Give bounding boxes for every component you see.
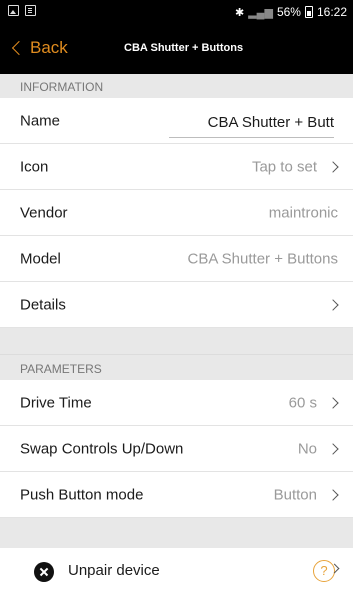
vendor-row: Vendor maintronic — [0, 190, 353, 236]
wifi-signal-icon: ▂▄▆ — [248, 6, 273, 19]
drive-time-value: 60 s — [288, 394, 317, 411]
name-row: Name — [0, 98, 353, 144]
swap-controls-label: Swap Controls Up/Down — [20, 440, 184, 457]
drive-time-row[interactable]: Drive Time 60 s — [0, 380, 353, 426]
navigation-bar: Back CBA Shutter + Buttons — [0, 24, 353, 74]
details-row[interactable]: Details — [0, 282, 353, 328]
close-circle-icon — [34, 562, 54, 582]
drive-time-label: Drive Time — [20, 394, 92, 411]
chevron-right-icon — [329, 488, 339, 502]
vendor-value: maintronic — [268, 204, 338, 221]
unpair-device-row[interactable]: Unpair device ? — [0, 548, 353, 595]
name-label: Name — [20, 112, 61, 129]
icon-label: Icon — [20, 158, 49, 175]
section-gap — [0, 518, 353, 548]
chevron-right-icon — [329, 396, 339, 410]
status-bar: ✱ ▂▄▆ 56% 16:22 — [0, 0, 353, 24]
name-input[interactable] — [169, 108, 334, 138]
push-button-mode-row[interactable]: Push Button mode Button — [0, 472, 353, 518]
chevron-right-icon — [329, 160, 339, 174]
swap-controls-value: No — [297, 440, 317, 457]
chevron-right-icon — [329, 442, 339, 456]
back-button[interactable]: Back — [10, 38, 68, 58]
battery-percent: 56% — [276, 5, 301, 19]
push-button-mode-value: Button — [273, 486, 317, 503]
section-header-parameters: PARAMETERS — [0, 354, 353, 380]
model-value: CBA Shutter + Buttons — [187, 250, 338, 267]
image-notification-icon — [8, 5, 19, 16]
back-label: Back — [30, 38, 68, 57]
bluetooth-icon: ✱ — [235, 6, 245, 19]
document-notification-icon — [25, 5, 36, 16]
icon-row[interactable]: Icon Tap to set — [0, 144, 353, 190]
icon-value: Tap to set — [251, 158, 317, 175]
vendor-label: Vendor — [20, 204, 68, 221]
section-gap — [0, 328, 353, 354]
swap-controls-row[interactable]: Swap Controls Up/Down No — [0, 426, 353, 472]
unpair-device-label: Unpair device — [68, 562, 160, 579]
page-title: CBA Shutter + Buttons — [124, 42, 244, 54]
section-header-information: INFORMATION — [0, 74, 353, 98]
details-label: Details — [20, 296, 66, 313]
back-chevron-icon — [11, 40, 27, 56]
chevron-right-icon — [329, 298, 339, 312]
push-button-mode-label: Push Button mode — [20, 486, 144, 503]
model-row: Model CBA Shutter + Buttons — [0, 236, 353, 282]
model-label: Model — [20, 250, 61, 267]
battery-icon — [304, 6, 313, 18]
clock: 16:22 — [316, 5, 347, 19]
